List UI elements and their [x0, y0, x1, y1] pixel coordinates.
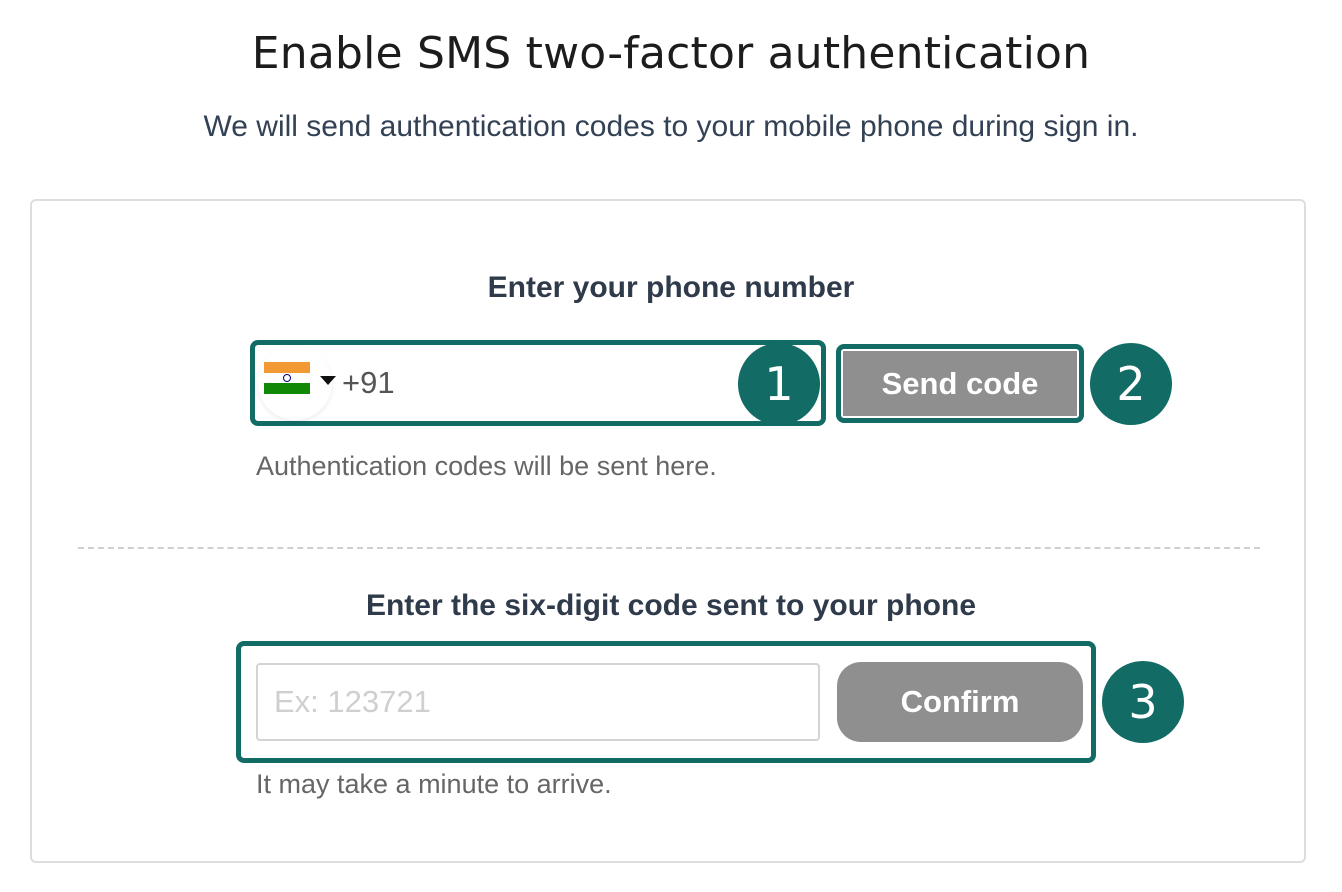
confirm-button[interactable]: Confirm — [837, 662, 1083, 742]
phone-hint: Authentication codes will be sent here. — [256, 451, 717, 481]
send-code-button[interactable]: Send code — [843, 351, 1077, 416]
annotation-badge-3: 3 — [1102, 661, 1184, 743]
page-title: Enable SMS two-factor authentication — [251, 28, 1091, 79]
phone-field — [256, 346, 818, 420]
code-input[interactable] — [256, 663, 820, 741]
code-section-heading: Enter the six-digit code sent to your ph… — [365, 589, 977, 622]
annotation-badge-2: 2 — [1090, 343, 1172, 425]
country-selector[interactable] — [258, 346, 336, 420]
phone-input[interactable] — [342, 360, 722, 406]
annotation-badge-1: 1 — [738, 343, 820, 425]
section-divider — [78, 547, 1260, 549]
page-subtitle: We will send authentication codes to you… — [203, 110, 1139, 143]
phone-section-heading: Enter your phone number — [487, 271, 855, 304]
chevron-down-icon — [320, 376, 336, 385]
code-hint: It may take a minute to arrive. — [256, 769, 612, 799]
india-flag-icon — [264, 362, 310, 394]
